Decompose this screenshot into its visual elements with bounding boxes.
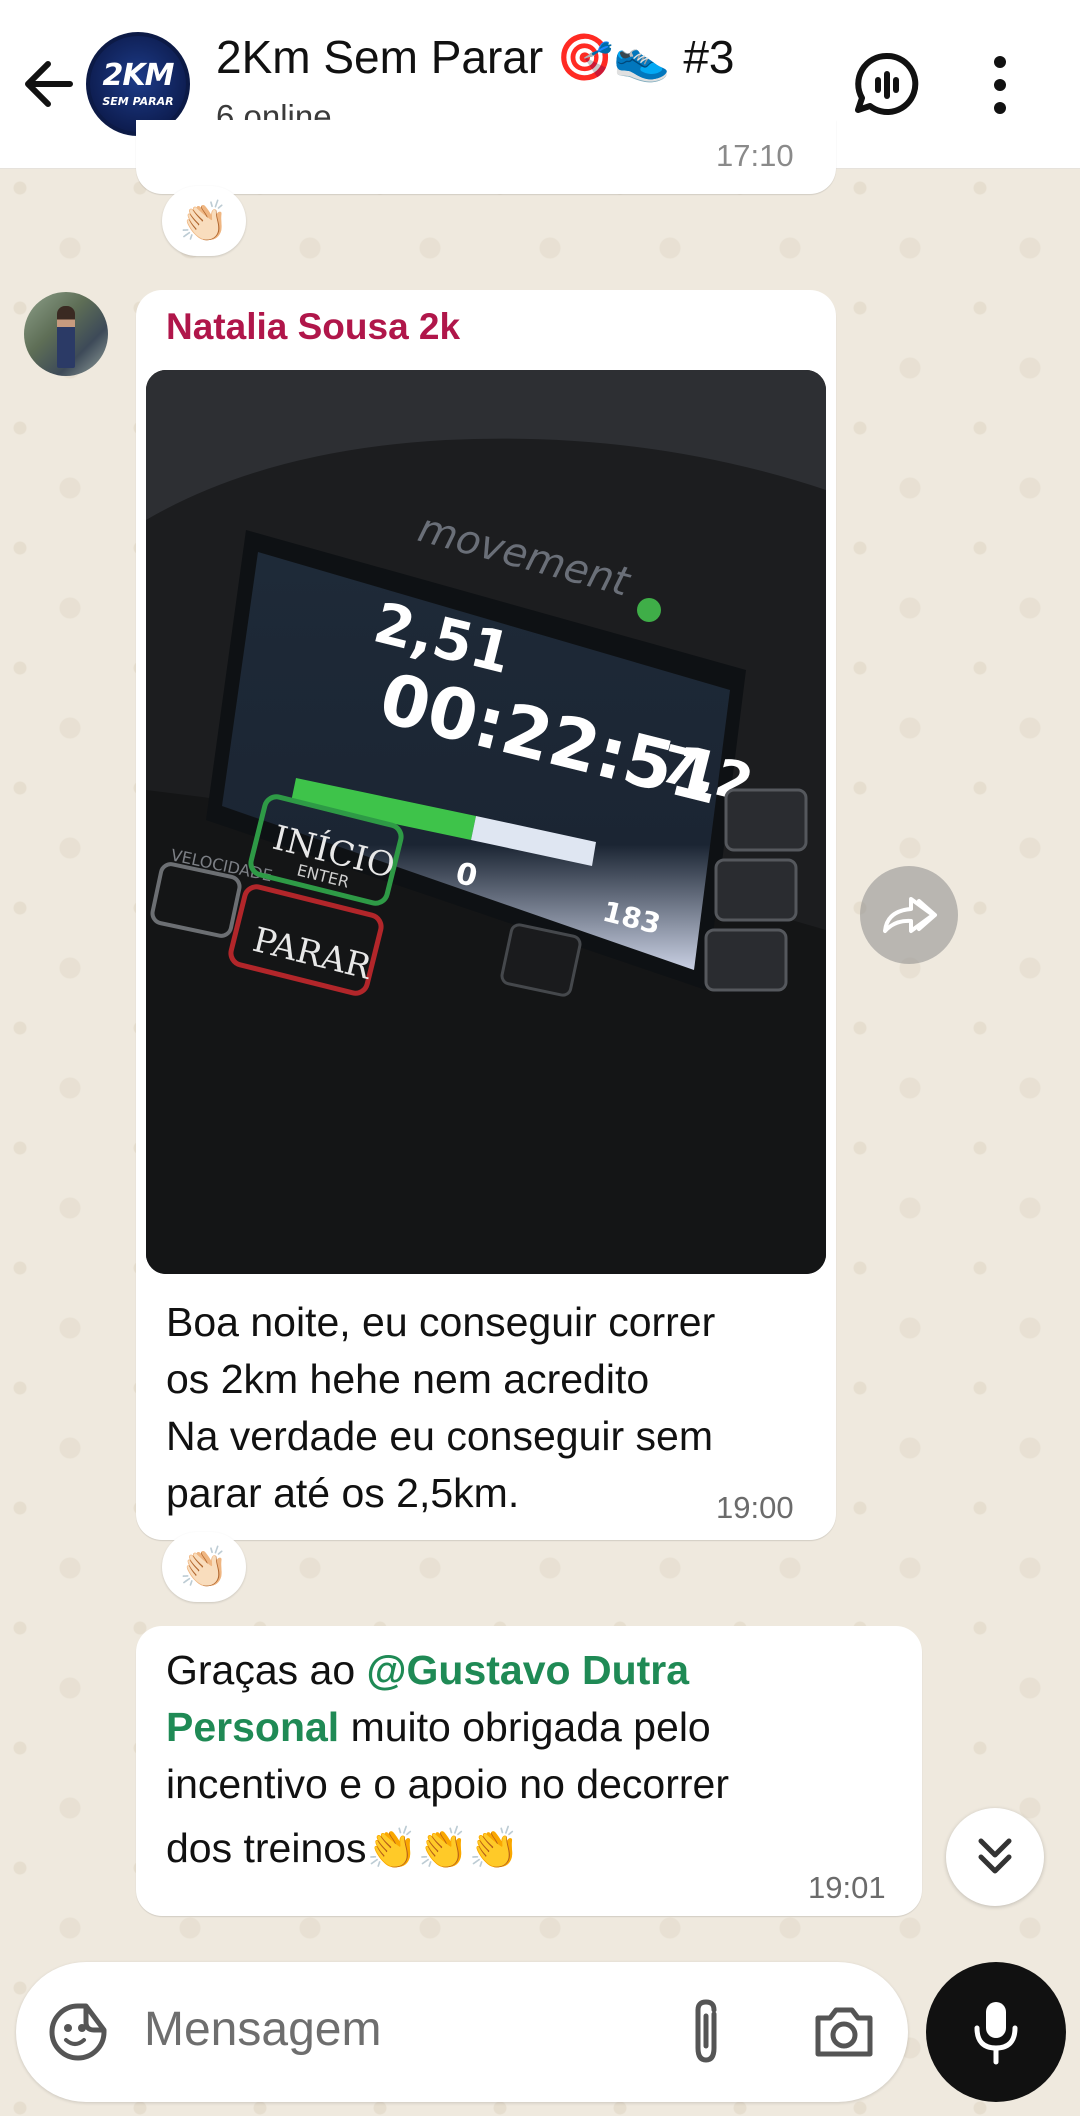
more-vert-icon	[994, 56, 1006, 114]
scroll-to-bottom-button[interactable]	[946, 1808, 1044, 1906]
mention-link[interactable]: @Gustavo Dutra	[367, 1647, 689, 1693]
forward-button[interactable]	[860, 866, 958, 964]
mention-link[interactable]: Personal	[166, 1704, 339, 1750]
double-chevron-down-icon	[978, 1838, 1012, 1874]
more-options-button[interactable]	[980, 50, 1020, 120]
sender-avatar[interactable]	[24, 292, 108, 376]
voice-chat-icon	[855, 52, 919, 115]
message-text-line: Boa noite, eu conseguir correr	[166, 1299, 716, 1345]
voice-chat-button[interactable]	[852, 50, 922, 120]
previous-message-bubble[interactable]: 17:10	[136, 120, 836, 194]
sticker-icon[interactable]	[46, 2000, 110, 2064]
message-text-line: dos treinos👏👏👏	[166, 1825, 520, 1871]
message-reaction[interactable]: 👏🏻	[162, 1532, 246, 1602]
microphone-icon	[974, 2002, 1018, 2065]
message-text-line: Graças ao @Gustavo Dutra	[166, 1647, 690, 1693]
message-input[interactable]: Mensagem	[144, 2002, 381, 2057]
message-text-line: parar até os 2,5km.	[166, 1470, 520, 1516]
group-title[interactable]: 2Km Sem Parar 🎯👟 #3	[216, 30, 735, 85]
message-time: 19:00	[716, 1490, 794, 1525]
message-time: 19:01	[808, 1870, 886, 1905]
message-text-line: incentivo e o apoio no decorrer	[166, 1761, 729, 1807]
message-reaction[interactable]: 👏🏻	[162, 186, 246, 256]
camera-icon[interactable]	[812, 2002, 876, 2062]
back-arrow-icon	[25, 61, 73, 107]
message-text-line: Na verdade eu conseguir sem	[166, 1413, 713, 1459]
attach-icon[interactable]	[684, 1996, 728, 2068]
message-photo[interactable]: movement 2,51 00:22:51 7,2 0 183 VELOCID…	[146, 370, 826, 1274]
sender-name[interactable]: Natalia Sousa 2k	[166, 306, 460, 348]
forward-icon	[883, 897, 937, 933]
treadmill-photo: movement 2,51 00:22:51 7,2 0 183 VELOCID…	[146, 370, 826, 1274]
message-text-line: os 2km hehe nem acredito	[166, 1356, 650, 1402]
message-time: 17:10	[716, 138, 794, 173]
back-button[interactable]	[18, 56, 82, 112]
message-composer[interactable]: Mensagem	[16, 1962, 908, 2102]
message-text-line: Personal muito obrigada pelo	[166, 1704, 711, 1750]
voice-record-button[interactable]	[926, 1962, 1066, 2102]
